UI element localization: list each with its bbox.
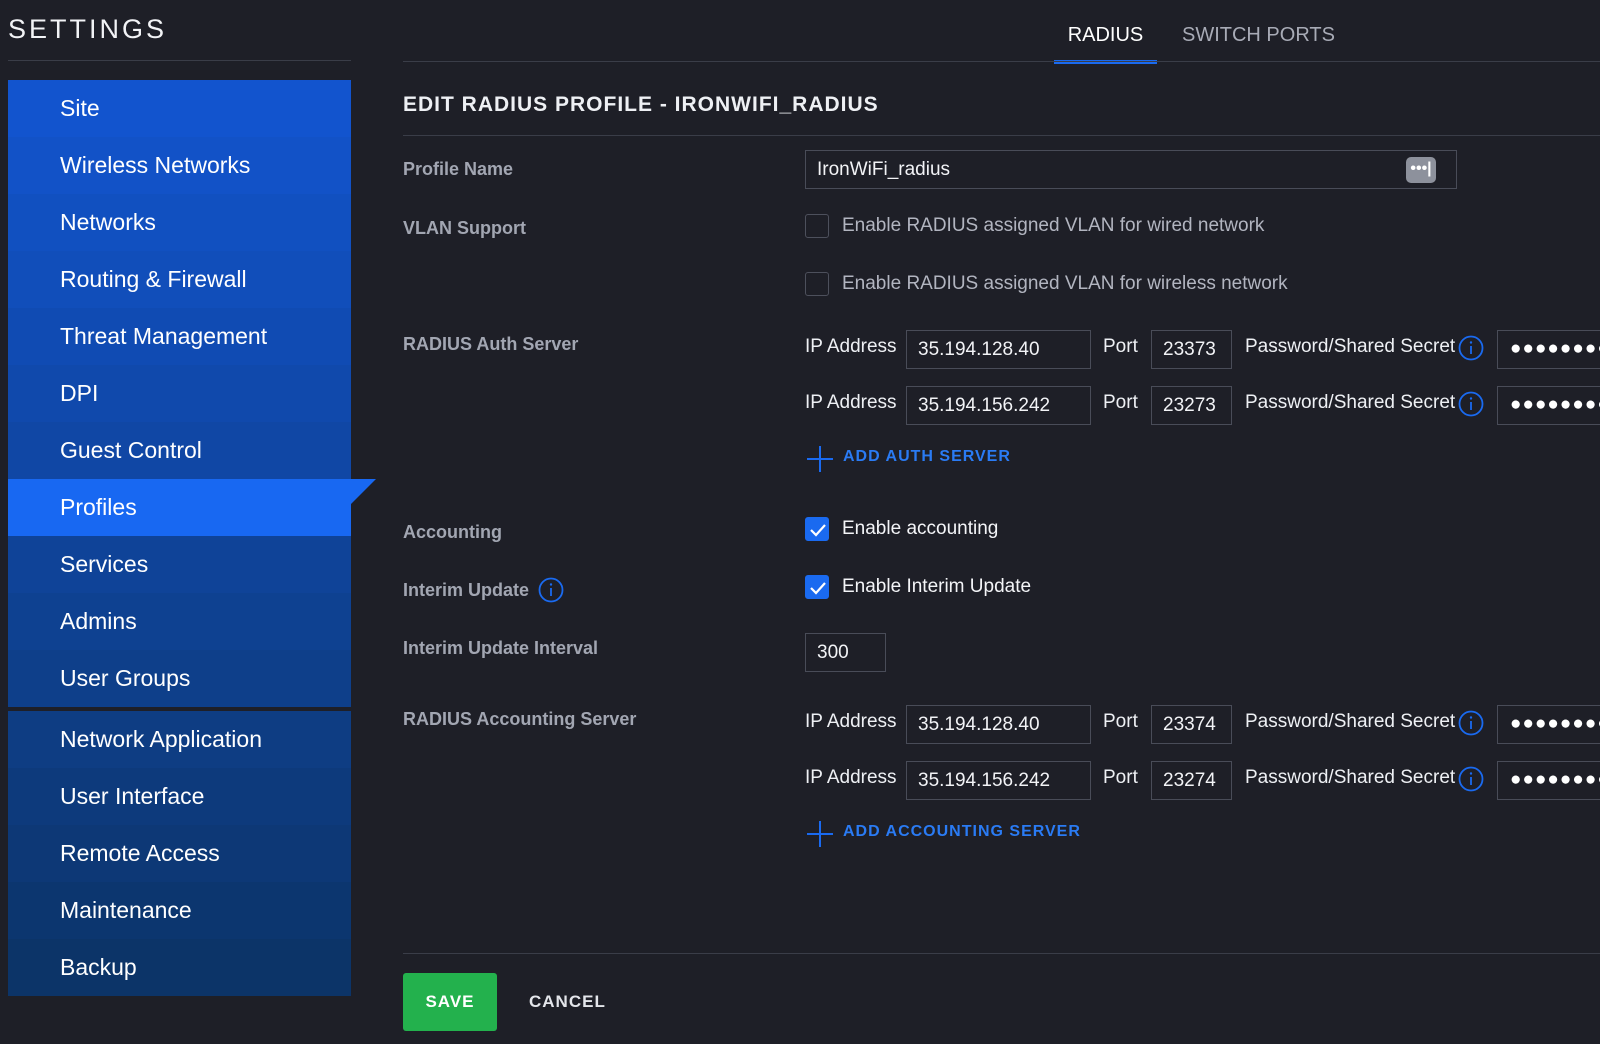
sidebar-item-admins[interactable]: Admins: [8, 593, 351, 650]
vlan-wired-label: Enable RADIUS assigned VLAN for wired ne…: [842, 215, 1265, 236]
divider: [403, 953, 1600, 954]
auth-ip-input[interactable]: 35.194.128.40: [906, 330, 1091, 369]
tab-switch-ports[interactable]: SWITCH PORTS: [1182, 18, 1335, 60]
info-icon[interactable]: [538, 577, 564, 603]
cancel-button[interactable]: CANCEL: [529, 973, 606, 1031]
sidebar-item-routing-and-firewall[interactable]: Routing & Firewall: [8, 251, 351, 308]
secret-label: Password/Shared Secret: [1245, 767, 1456, 788]
divider: [8, 60, 351, 61]
profile-name-input[interactable]: IronWiFi_radius •••|: [805, 150, 1457, 189]
sidebar-item-networks[interactable]: Networks: [8, 194, 351, 251]
sidebar-item-user-interface[interactable]: User Interface: [8, 768, 351, 825]
vlan-support-label: VLAN Support: [403, 218, 526, 238]
ip-address-label: IP Address: [805, 392, 897, 413]
sidebar-item-services[interactable]: Services: [8, 536, 351, 593]
info-icon[interactable]: [1458, 710, 1484, 736]
acct-ip-input[interactable]: 35.194.156.242: [906, 761, 1091, 800]
secret-label: Password/Shared Secret: [1245, 392, 1456, 413]
ip-address-label: IP Address: [805, 336, 897, 357]
add-accounting-server-label: ADD ACCOUNTING SERVER: [843, 823, 1081, 840]
sidebar-item-threat-management[interactable]: Threat Management: [8, 308, 351, 365]
info-icon[interactable]: [1458, 391, 1484, 417]
settings-sidebar: Site Wireless Networks Networks Routing & F…: [8, 80, 376, 996]
secret-mask: ●●●●●●●●●: [1510, 394, 1600, 415]
sidebar-item-remote-access[interactable]: Remote Access: [8, 825, 351, 882]
settings-title: SETTINGS: [8, 14, 168, 44]
sidebar-group-system: Network Application User Interface Remote …: [8, 711, 351, 996]
auth-ip-input[interactable]: 35.194.156.242: [906, 386, 1091, 425]
port-label: Port: [1103, 711, 1138, 732]
vlan-wireless-checkbox[interactable]: [805, 272, 829, 296]
interim-interval-input[interactable]: 300: [805, 633, 886, 672]
acct-secret-input[interactable]: ●●●●●●●●●: [1497, 761, 1600, 800]
info-icon[interactable]: [1458, 766, 1484, 792]
port-label: Port: [1103, 336, 1138, 357]
accounting-label: Accounting: [403, 522, 502, 542]
divider: [403, 135, 1600, 136]
sidebar-item-guest-control[interactable]: Guest Control: [8, 422, 351, 479]
tab-radius[interactable]: RADIUS: [1054, 18, 1157, 64]
info-icon[interactable]: [1458, 335, 1484, 361]
password-dots-icon[interactable]: •••|: [1406, 157, 1436, 183]
acct-ip-input[interactable]: 35.194.128.40: [906, 705, 1091, 744]
sidebar-item-network-application[interactable]: Network Application: [8, 711, 351, 768]
enable-accounting-checkbox[interactable]: [805, 517, 829, 541]
sidebar-group-main: Site Wireless Networks Networks Routing & F…: [8, 80, 376, 707]
check-icon: [810, 524, 826, 537]
sidebar-item-maintenance[interactable]: Maintenance: [8, 882, 351, 939]
port-label: Port: [1103, 392, 1138, 413]
auth-port-input[interactable]: 23273: [1151, 386, 1232, 425]
sidebar-item-dpi[interactable]: DPI: [8, 365, 351, 422]
page-title: EDIT RADIUS PROFILE - IRONWIFI_RADIUS: [403, 93, 879, 116]
ip-address-label: IP Address: [805, 767, 897, 788]
sidebar-item-backup[interactable]: Backup: [8, 939, 351, 996]
enable-interim-update-label: Enable Interim Update: [842, 576, 1032, 597]
auth-port-input[interactable]: 23373: [1151, 330, 1232, 369]
profile-name-label: Profile Name: [403, 159, 514, 179]
vlan-wireless-label: Enable RADIUS assigned VLAN for wireless…: [842, 273, 1288, 294]
save-button[interactable]: SAVE: [403, 973, 497, 1031]
vlan-wired-checkbox[interactable]: [805, 214, 829, 238]
plus-icon: [807, 821, 833, 847]
sidebar-item-wireless-networks[interactable]: Wireless Networks: [8, 137, 351, 194]
accounting-server-label: RADIUS Accounting Server: [403, 709, 637, 729]
secret-label: Password/Shared Secret: [1245, 711, 1456, 732]
secret-label: Password/Shared Secret: [1245, 336, 1456, 357]
sidebar-item-user-groups[interactable]: User Groups: [8, 650, 351, 707]
check-icon: [810, 582, 826, 595]
add-auth-server-label: ADD AUTH SERVER: [843, 448, 1011, 465]
enable-accounting-label: Enable accounting: [842, 518, 999, 539]
port-label: Port: [1103, 767, 1138, 788]
interim-interval-label: Interim Update Interval: [403, 638, 599, 658]
secret-mask: ●●●●●●●●●: [1510, 769, 1600, 790]
secret-mask: ●●●●●●●●●: [1510, 338, 1600, 359]
auth-secret-input[interactable]: ●●●●●●●●●: [1497, 330, 1600, 369]
interim-update-label: Interim Update: [403, 580, 530, 600]
acct-port-input[interactable]: 23374: [1151, 705, 1232, 744]
sidebar-item-profiles[interactable]: Profiles: [8, 479, 376, 536]
profile-name-value: IronWiFi_radius: [817, 159, 951, 180]
auth-server-label: RADIUS Auth Server: [403, 334, 579, 354]
acct-port-input[interactable]: 23274: [1151, 761, 1232, 800]
auth-secret-input[interactable]: ●●●●●●●●●: [1497, 386, 1600, 425]
plus-icon: [807, 446, 833, 472]
acct-secret-input[interactable]: ●●●●●●●●●: [1497, 705, 1600, 744]
secret-mask: ●●●●●●●●●: [1510, 713, 1600, 734]
enable-interim-update-checkbox[interactable]: [805, 575, 829, 599]
divider: [403, 61, 1600, 62]
ip-address-label: IP Address: [805, 711, 897, 732]
sidebar-item-site[interactable]: Site: [8, 80, 351, 137]
